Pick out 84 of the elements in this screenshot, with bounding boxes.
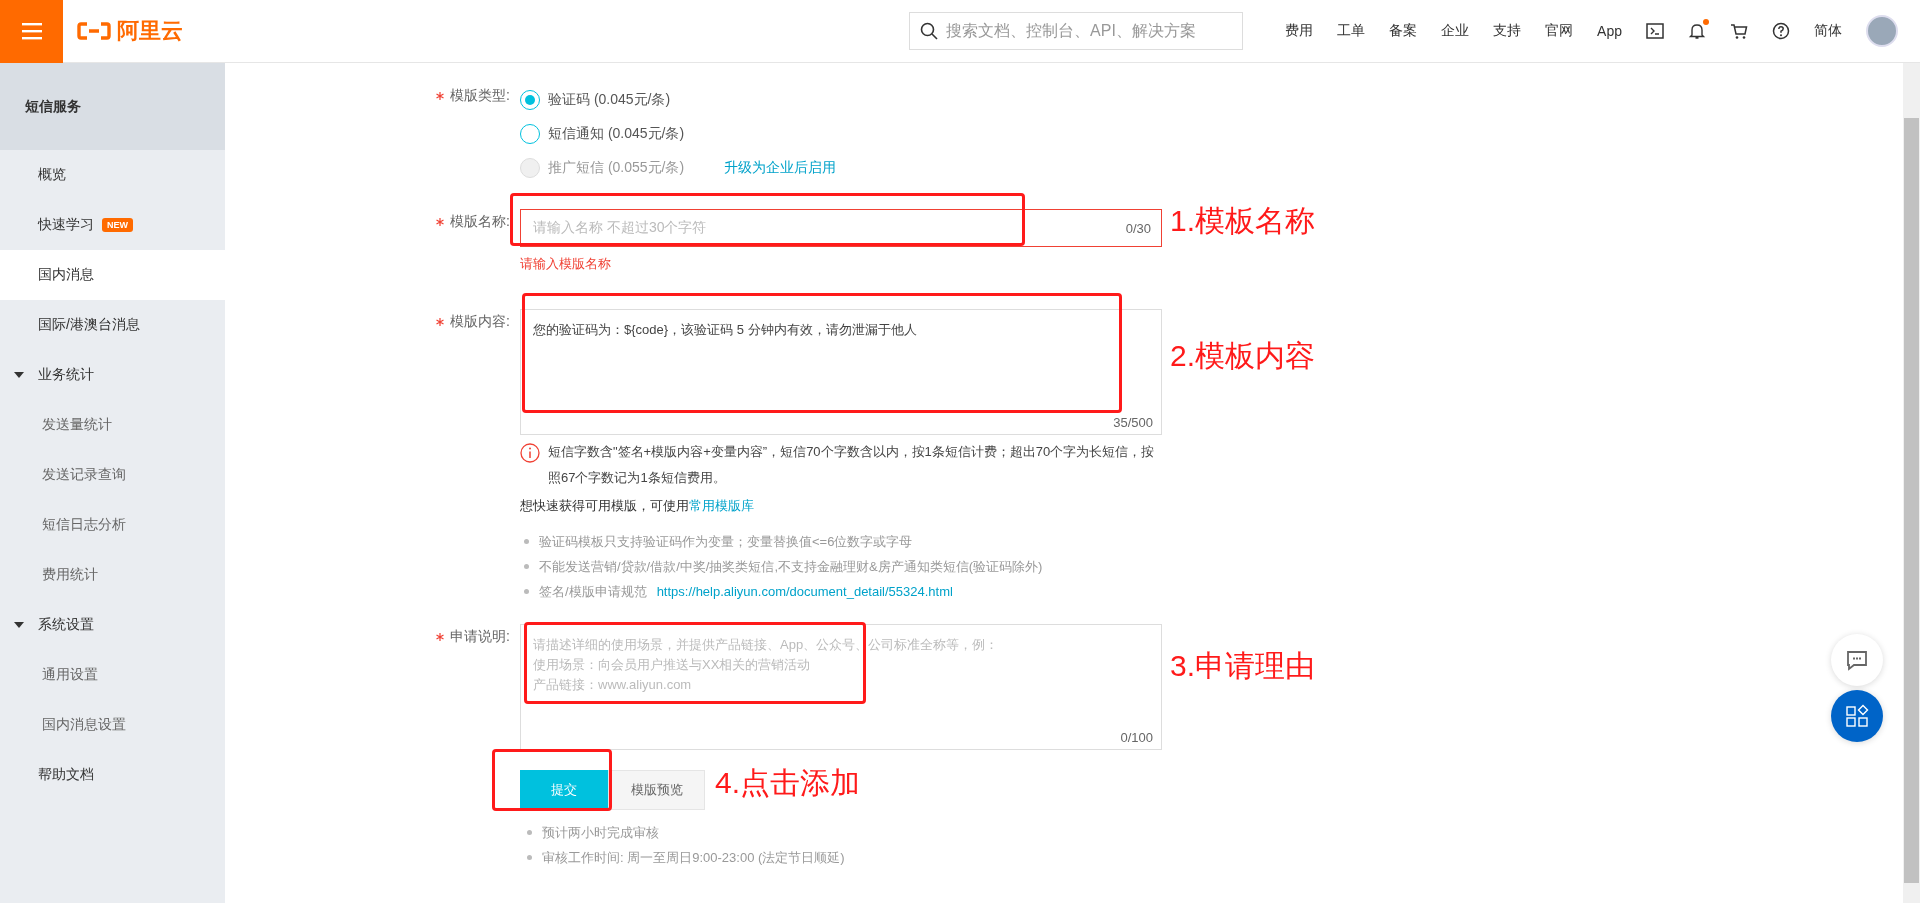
sidebar-title: 短信服务 [0,63,225,150]
radio-label: 短信通知 (0.045元/条) [548,125,685,143]
sidebar-item[interactable]: 快速学习 NEW [0,200,225,250]
sidebar-item-label: 快速学习 [38,216,94,234]
scrollbar-thumb[interactable] [1904,118,1919,883]
bell-icon[interactable] [1688,22,1706,40]
sidebar-item[interactable]: 国内消息 [0,250,225,300]
sidebar-item[interactable]: 国际/港澳台消息 [0,300,225,350]
annotation-label: 1.模板名称 [1170,203,1316,239]
sidebar-item[interactable]: 费用统计 [0,550,225,600]
error-message: 请输入模版名称 [520,255,612,273]
nav-link[interactable]: 企业 [1441,22,1470,40]
radio-label: 推广短信 (0.055元/条) [548,159,685,177]
menu-button[interactable] [0,0,63,63]
sidebar-item[interactable]: 系统设置 [0,600,225,650]
sidebar-item[interactable]: 概览 [0,150,225,200]
apps-button[interactable] [1831,690,1883,742]
reason-textarea[interactable]: 请描述详细的使用场景，并提供产品链接、App、公众号、公司标准全称等，例： 使用场景：向会员用户推送与XX相关的营销活动 产品链接：www.aliyun.com 0/100 [520,624,1162,750]
required-asterisk-icon [436,92,445,100]
bullet-icon [524,589,529,594]
name-input-field[interactable]: 请输入名称 不超过30个字符 0/30 [520,209,1162,247]
radio-label: 验证码 (0.045元/条) [548,91,671,109]
nav-link[interactable]: 费用 [1285,22,1314,40]
chat-bubble-icon [1845,648,1869,672]
sidebar-item[interactable]: 发送记录查询 [0,450,225,500]
radio-button[interactable] [520,90,540,110]
field-label: 模版名称: [450,213,510,229]
nav-link[interactable]: App [1597,23,1622,39]
radio-button[interactable] [520,124,540,144]
required-asterisk-icon [436,218,445,226]
placeholder-text: 产品链接：www.aliyun.com [533,676,692,694]
search-icon [920,22,939,40]
help-icon[interactable] [1772,22,1790,40]
info-icon [520,443,540,463]
placeholder-text: 搜索文档、控制台、API、解决方案 [946,20,1196,41]
char-counter: 35/500 [1113,415,1153,430]
annotation-label: 2.模板内容 [1170,338,1316,374]
content-textarea[interactable]: 您的验证码为：${code}，该验证码 5 分钟内有效，请勿泄漏于他人 35/500 [520,309,1162,435]
annotation-label: 4.点击添加 [715,765,861,801]
logo-icon [77,21,111,41]
field-label: 申请说明: [450,628,510,644]
sidebar-item[interactable]: 发送量统计 [0,400,225,450]
required-asterisk-icon [436,318,445,326]
sidebar-item[interactable]: 帮助文档 [0,750,225,800]
placeholder-text: 使用场景：向会员用户推送与XX相关的营销活动 [533,656,811,674]
language-link[interactable]: 简体 [1814,22,1842,40]
bullet-icon [527,830,532,835]
menu-icon [21,22,42,40]
scrollbar[interactable] [1903,63,1920,903]
rule-text: 签名/模版申请规范 [539,583,647,601]
required-asterisk-icon [436,633,445,641]
bullet-icon [524,564,529,569]
terminal-icon[interactable] [1646,22,1664,40]
placeholder-text: 请输入名称 不超过30个字符 [533,219,707,237]
nav-link[interactable]: 支持 [1493,22,1522,40]
placeholder-text: 请描述详细的使用场景，并提供产品链接、App、公众号、公司标准全称等，例： [533,636,999,654]
nav-link[interactable]: 备案 [1389,22,1418,40]
sidebar-item[interactable]: 业务统计 [0,350,225,400]
field-label: 模版类型: [450,87,510,103]
sidebar-item[interactable]: 国内消息设置 [0,700,225,750]
annotation-label: 3.申请理由 [1170,648,1316,684]
new-badge: NEW [102,218,133,232]
chat-button[interactable] [1831,634,1883,686]
sidebar-item[interactable]: 短信日志分析 [0,500,225,550]
apps-grid-icon [1845,704,1869,728]
info-text: 短信字数含"签名+模版内容+变量内容”，短信70个字数含以内，按1条短信计费；超出70个字为长短信，按照67个字数记为1条短信费用。 [548,443,1156,487]
sidebar-item-label: 系统设置 [38,616,94,634]
bullet-icon [524,539,529,544]
quick-template-text: 想快速获得可用模版，可使用常用模版库 [520,497,755,515]
bullet-icon [527,855,532,860]
nav-link[interactable]: 官网 [1545,22,1574,40]
nav-link[interactable]: 工单 [1337,22,1366,40]
char-counter: 0/100 [1120,730,1153,745]
cart-icon[interactable] [1730,22,1748,40]
sidebar-item[interactable]: 通用设置 [0,650,225,700]
rule-text: 验证码模板只支持验证码作为变量；变量替换值<=6位数字或字母 [539,533,913,551]
logo-text: 阿里云 [117,17,183,45]
preview-button[interactable]: 模版预览 [608,770,705,810]
sidebar-item-label: 业务统计 [38,366,94,384]
textarea-value: 您的验证码为：${code}，该验证码 5 分钟内有效，请勿泄漏于他人 [533,321,918,339]
note-text: 预计两小时完成审核 [542,824,659,842]
rule-text: 不能发送营销/贷款/借款/中奖/抽奖类短信,不支持金融理财&房产通知类短信(验证码除外) [539,558,1043,576]
field-label: 模版内容: [450,313,510,329]
char-counter: 0/30 [1125,220,1151,236]
